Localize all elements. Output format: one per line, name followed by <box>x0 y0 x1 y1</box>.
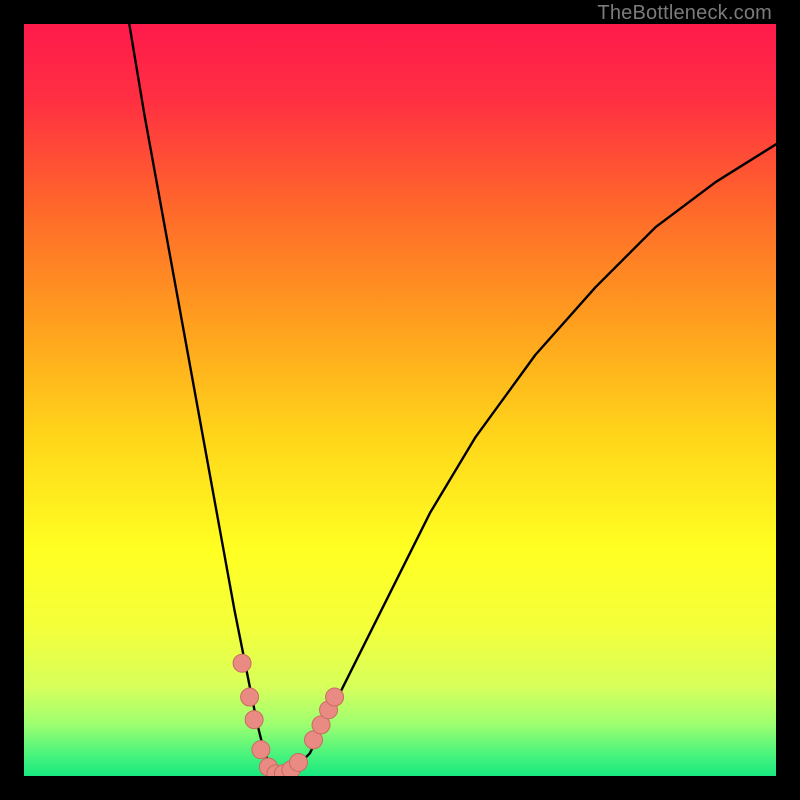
gradient-background <box>24 24 776 776</box>
data-marker <box>233 654 251 672</box>
data-marker <box>241 688 259 706</box>
data-marker <box>289 753 307 771</box>
watermark-text: TheBottleneck.com <box>597 2 772 25</box>
data-marker <box>245 711 263 729</box>
bottleneck-chart <box>24 24 776 776</box>
data-marker <box>252 741 270 759</box>
data-marker <box>326 688 344 706</box>
chart-frame <box>24 24 776 776</box>
